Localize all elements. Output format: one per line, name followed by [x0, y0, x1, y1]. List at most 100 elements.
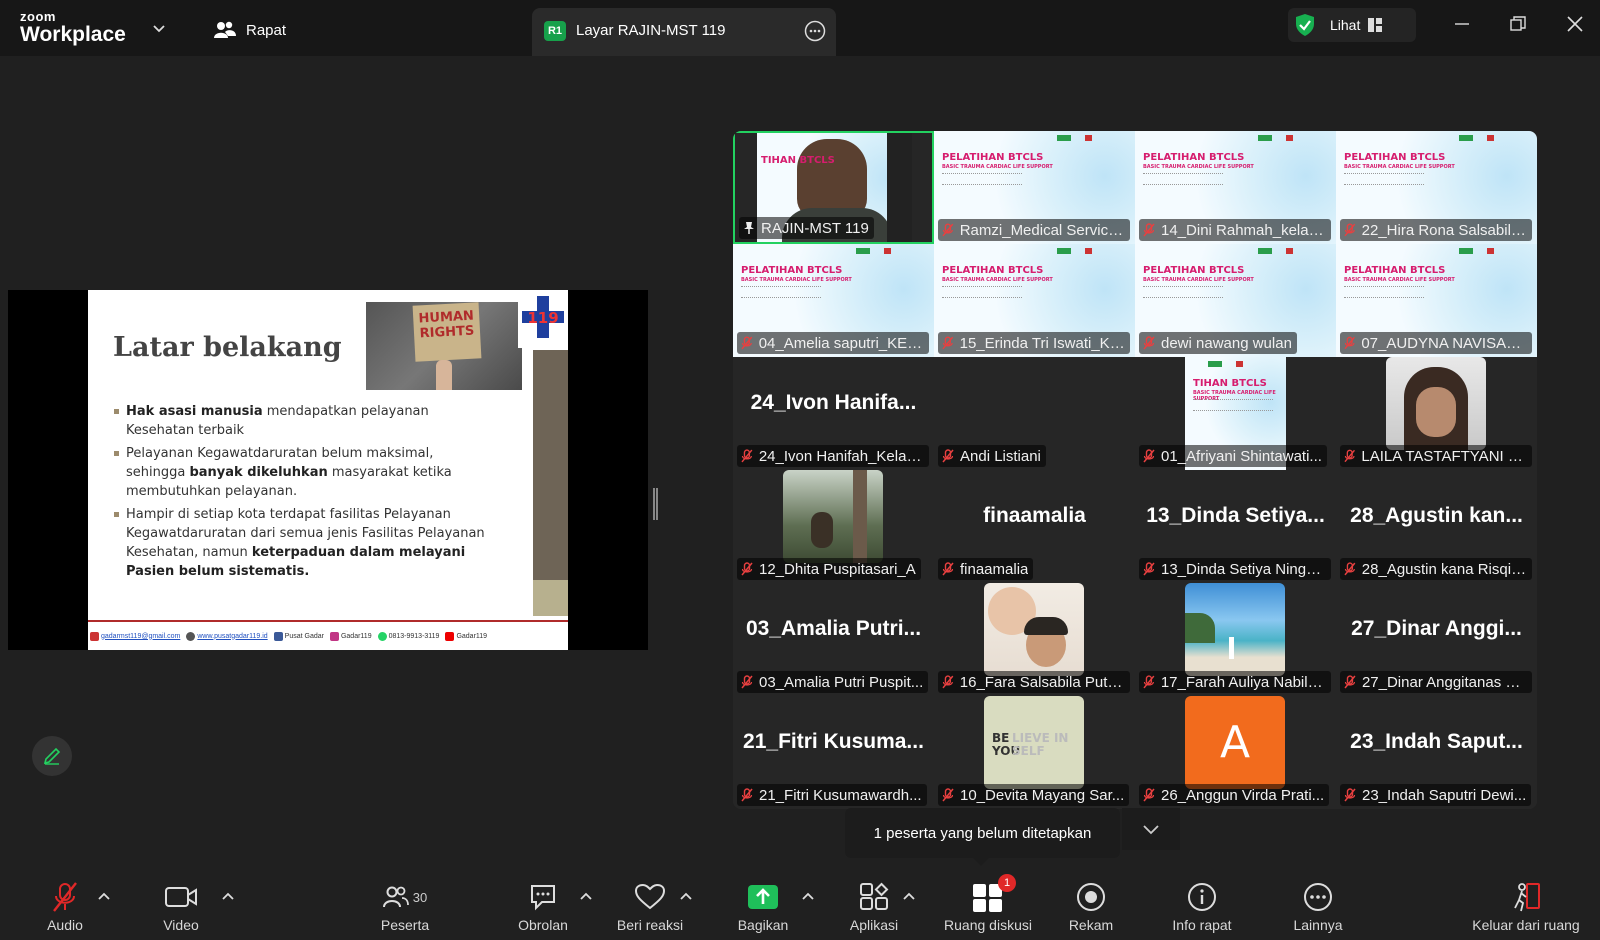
audio-options-caret[interactable] [98, 892, 110, 900]
human-rights-sign: HUMAN RIGHTS [412, 302, 482, 362]
tooltip-dropdown[interactable] [1122, 808, 1180, 850]
footer-web: www.pusatgadar119.id [197, 632, 268, 640]
record-button[interactable]: Rekam [1041, 880, 1141, 933]
participant-tile[interactable]: PELATIHAN BTCLS BASIC TRAUMA CARDIAC LIFE… [934, 244, 1135, 357]
chat-options-caret[interactable] [580, 892, 592, 900]
logo-119-text: 119 [527, 309, 558, 327]
meeting-tab-label: Rapat [246, 21, 287, 39]
participant-name-label: RAJIN-MST 119 [739, 217, 874, 239]
participant-display-name: 23_Indah Saput... [1350, 730, 1523, 753]
participant-name-label: 28_Agustin kana Risqiy... [1340, 558, 1532, 580]
video-button[interactable]: Video [131, 880, 231, 933]
more-icon[interactable] [804, 20, 826, 42]
split-divider-handle[interactable] [653, 488, 658, 520]
participant-name-label: 01_Afriyani Shintawati... [1139, 445, 1327, 467]
participant-tile[interactable]: 21_Fitri Kusuma... 21_Fitri Kusumawardh..… [733, 696, 934, 809]
chat-button[interactable]: Obrolan [493, 880, 593, 933]
mic-muted-icon [942, 788, 954, 802]
participant-tile[interactable]: 13_Dinda Setiya... 13_Dinda Setiya Nings.… [1135, 470, 1336, 583]
video-options-caret[interactable] [222, 892, 234, 900]
participant-name: 04_Amelia saputri_KEL... [758, 334, 924, 352]
share-screen-button[interactable]: Bagikan [713, 880, 813, 933]
share-options-caret[interactable] [802, 892, 814, 900]
apps-options-caret[interactable] [903, 892, 915, 900]
participant-tile[interactable]: A 26_Anggun Virda Prati... [1135, 696, 1336, 809]
participant-display-name: 28_Agustin kan... [1350, 504, 1523, 527]
participant-tile[interactable]: PELATIHAN BTCLS BASIC TRAUMA CARDIAC LIFE… [733, 244, 934, 357]
participant-tile[interactable]: PELATIHAN BTCLS BASIC TRAUMA CARDIAC LIFE… [1336, 131, 1537, 244]
screen-share-tab[interactable]: R1 Layar RAJIN-MST 119 [532, 8, 836, 56]
participant-tile[interactable]: PELATIHAN BTCLS BASIC TRAUMA CARDIAC LIFE… [1135, 131, 1336, 244]
participant-tile[interactable]: Andi Listiani [934, 357, 1135, 470]
mic-muted-icon [1344, 449, 1356, 463]
mic-muted-icon [1143, 223, 1155, 237]
apps-button[interactable]: Aplikasi [824, 880, 924, 933]
leave-room-label: Keluar dari ruang [1472, 917, 1580, 933]
record-label: Rekam [1068, 917, 1114, 933]
shield-check-icon[interactable] [1294, 13, 1316, 37]
chevron-down-icon[interactable] [152, 22, 166, 36]
participant-tile[interactable]: 23_Indah Saput... 23_Indah Saputri Dewi..… [1336, 696, 1537, 809]
participant-tile[interactable]: PELATIHAN BTCLS BASIC TRAUMA CARDIAC LIFE… [934, 131, 1135, 244]
participants-button[interactable]: 30 Peserta [355, 880, 455, 933]
close-icon[interactable] [1567, 16, 1583, 32]
restore-icon[interactable] [1510, 16, 1526, 32]
participant-name-label: 24_Ivon Hanifah_Kelas... [737, 445, 929, 467]
participant-tile[interactable]: 03_Amalia Putri... 03_Amalia Putri Puspit… [733, 583, 934, 696]
facebook-icon [273, 631, 283, 641]
participant-tile[interactable]: LAILA TASTAFTYANI NI... [1336, 357, 1537, 470]
participant-tile[interactable]: 28_Agustin kan... 28_Agustin kana Risqiy.… [1336, 470, 1537, 583]
participant-name: 17_Farah Auliya Nabila... [1160, 673, 1326, 691]
participant-tile[interactable]: 27_Dinar Anggi... 27_Dinar Anggitanas S..… [1336, 583, 1537, 696]
record-icon [1077, 883, 1105, 911]
presentation-slide: Latar belakang HUMAN RIGHTS 119 Hak asas… [88, 290, 568, 650]
participant-name: 27_Dinar Anggitanas S... [1361, 673, 1527, 691]
more-label: Lainnya [1293, 917, 1343, 933]
gadar119-logo: 119 [518, 292, 568, 348]
participant-tile[interactable]: 24_Ivon Hanifa... 24_Ivon Hanifah_Kelas..… [733, 357, 934, 470]
globe-icon [186, 631, 196, 641]
room-badge: R1 [544, 21, 566, 41]
more-button[interactable]: Lainnya [1268, 880, 1368, 933]
participant-name-label: 21_Fitri Kusumawardh... [737, 784, 927, 806]
meeting-info-button[interactable]: Info rapat [1152, 880, 1252, 933]
participant-tile[interactable]: TIHAN BTCLS BASIC TRAUMA CARDIAC LIFE SUP… [1135, 357, 1336, 470]
participant-tile[interactable]: PELATIHAN BTCLS BASIC TRAUMA CARDIAC LIFE… [1135, 244, 1336, 357]
participant-tile[interactable]: finaamalia finaamalia [934, 470, 1135, 583]
instagram-icon [329, 631, 339, 641]
participant-display-name: 21_Fitri Kusuma... [743, 730, 924, 753]
logo-line1: zoom [20, 9, 56, 24]
breakout-rooms-button[interactable]: 1 Ruang diskusi [933, 874, 1043, 933]
meeting-tab[interactable]: Rapat [214, 20, 286, 40]
participant-tile[interactable]: 17_Farah Auliya Nabila... [1135, 583, 1336, 696]
ellipsis-icon [1304, 883, 1332, 911]
participants-label: Peserta [380, 917, 430, 933]
participant-tile[interactable]: 16_Fara Salsabila Putri... [934, 583, 1135, 696]
believe-light-text: LIEVE IN SELF [1012, 731, 1069, 758]
view-button[interactable]: Lihat [1330, 17, 1383, 33]
footer-facebook: Pusat Gadar [284, 632, 324, 640]
participant-gallery: TIHAN BTCLS RAJIN-MST 119 PELATIHAN BTCLS B… [733, 131, 1537, 809]
participant-count: 30 [412, 889, 428, 905]
audio-button[interactable]: Audio [15, 880, 115, 933]
mic-muted-icon [1143, 675, 1155, 689]
believe-bold-text: BE YOU! [992, 731, 1026, 758]
minimize-icon[interactable] [1454, 16, 1470, 32]
participant-display-name: 24_Ivon Hanifa... [750, 391, 917, 414]
apps-icon [860, 882, 889, 910]
mic-muted-icon [1344, 336, 1355, 350]
react-button[interactable]: Beri reaksi [600, 880, 700, 933]
mic-muted-icon [741, 788, 753, 802]
participant-tile[interactable]: BE YOU! LIEVE IN SELF 10_Devita Mayang Sar… [934, 696, 1135, 809]
participant-tile[interactable]: TIHAN BTCLS RAJIN-MST 119 [733, 131, 934, 244]
participant-tile[interactable]: PELATIHAN BTCLS BASIC TRAUMA CARDIAC LIFE… [1336, 244, 1537, 357]
participant-name-label: Andi Listiani [938, 445, 1046, 467]
footer-whatsapp: 0813-9913-3119 [388, 632, 440, 640]
leave-room-button[interactable]: Keluar dari ruang [1458, 880, 1594, 933]
participant-name: 26_Anggun Virda Prati... [1161, 786, 1325, 804]
annotate-button[interactable] [32, 736, 72, 776]
unassigned-tooltip: 1 peserta yang belum ditetapkan [845, 808, 1120, 866]
react-options-caret[interactable] [680, 892, 692, 900]
participant-tile[interactable]: 12_Dhita Puspitasari_A [733, 470, 934, 583]
whatsapp-icon [377, 631, 387, 641]
